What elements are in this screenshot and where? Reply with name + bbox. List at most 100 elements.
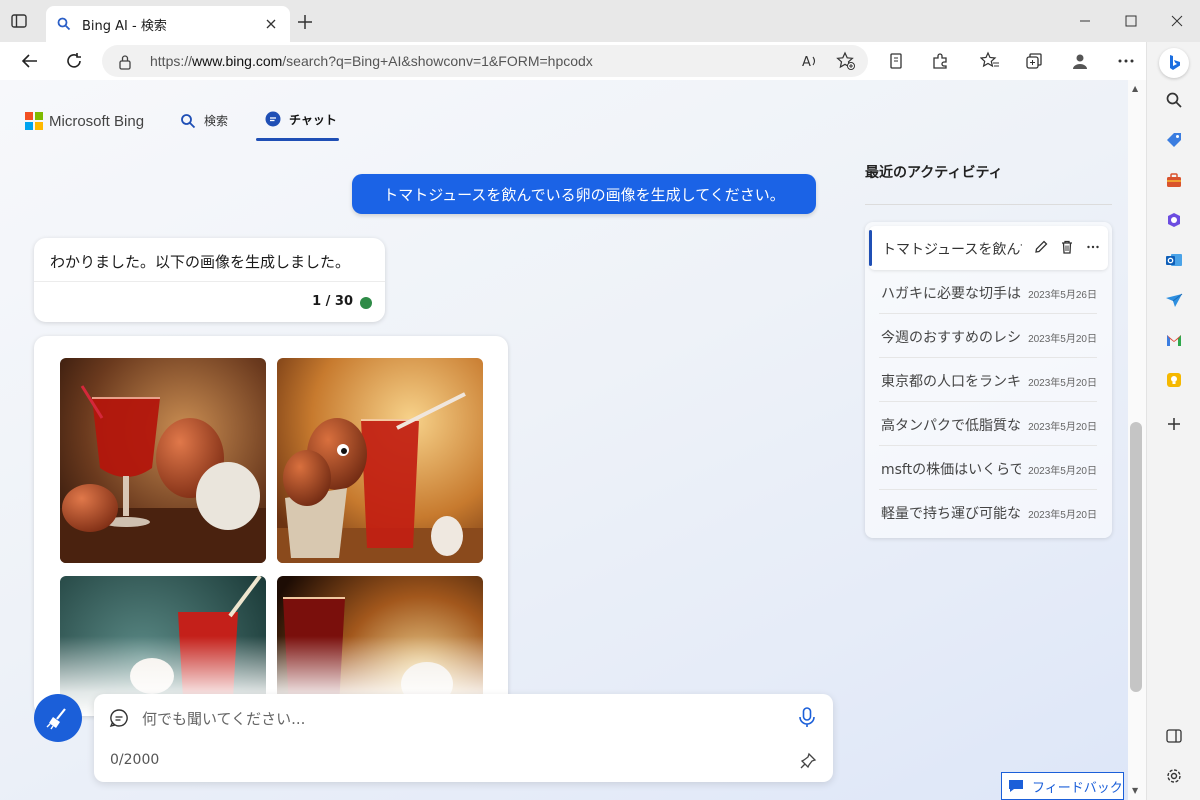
delete-icon[interactable]	[1057, 237, 1077, 257]
lock-icon[interactable]	[118, 54, 132, 74]
recent-item[interactable]: 東京都の人口をランキング 2023年5月20日	[879, 358, 1097, 402]
tools-icon[interactable]	[1162, 168, 1186, 192]
divider	[34, 281, 385, 282]
recent-item-date: 2023年5月20日	[1028, 378, 1097, 389]
add-icon[interactable]	[1162, 412, 1186, 436]
recent-item[interactable]: 高タンパクで低脂質な食品 2023年5月20日	[879, 402, 1097, 446]
maximize-icon[interactable]	[1120, 10, 1142, 32]
page-scrollbar[interactable]: ▲ ▼	[1128, 80, 1146, 800]
new-topic-button[interactable]	[34, 694, 82, 742]
url-path: /search?q=Bing+AI&showconv=1&FORM=hpcodx	[282, 53, 593, 69]
recent-item-text: 今週のおすすめのレシピ	[881, 330, 1021, 346]
recent-item-text: トマトジュースを飲んでいる卵の画像	[882, 242, 1022, 258]
generated-image[interactable]	[277, 358, 483, 563]
split-screen-icon[interactable]	[1162, 724, 1186, 748]
favorites-icon[interactable]	[978, 49, 1002, 73]
collections-icon[interactable]	[1022, 49, 1046, 73]
recent-item-date: 2023年5月20日	[1028, 510, 1097, 521]
scroll-up-arrow[interactable]: ▲	[1132, 84, 1138, 93]
recent-item-text: 軽量で持ち運び可能なPC	[881, 506, 1021, 522]
active-tab-indicator	[256, 138, 339, 141]
recent-activity-title: 最近のアクティビティ	[865, 165, 1003, 181]
outlook-icon[interactable]	[1162, 248, 1186, 272]
logo-text: Microsoft Bing	[49, 112, 145, 130]
drop-icon[interactable]	[1162, 288, 1186, 312]
edit-icon[interactable]	[1031, 237, 1051, 257]
generated-images-card	[34, 336, 508, 716]
back-icon[interactable]	[18, 49, 42, 73]
recent-item-text: ハガキに必要な切手はいくら	[881, 286, 1021, 302]
favorite-add-icon[interactable]	[834, 49, 858, 73]
recent-item-active[interactable]: トマトジュースを飲んでいる卵の画像	[869, 226, 1108, 270]
bot-message-text: わかりました。以下の画像を生成しました。	[50, 253, 351, 271]
svg-text:A: A	[802, 55, 811, 70]
office-icon[interactable]	[1162, 208, 1186, 232]
browser-titlebar: Bing AI - 検索	[0, 0, 1200, 42]
bing-chat-page: Microsoft Bing 検索 チャット トマトジュースを飲んでいる卵の画像…	[0, 80, 1128, 800]
turn-counter: 1 / 30	[312, 294, 353, 309]
chat-input-placeholder: 何でも聞いてください...	[142, 710, 306, 728]
settings-icon[interactable]	[1162, 764, 1186, 788]
tab-title: Bing AI - 検索	[82, 18, 167, 34]
char-counter: 0/2000	[110, 752, 160, 768]
profile-icon[interactable]	[1068, 49, 1092, 73]
nav-chat-label: チャット	[289, 112, 337, 127]
feedback-label: フィードバック	[1032, 780, 1123, 796]
more-icon[interactable]	[1083, 237, 1103, 257]
browser-toolbar: https://www.bing.com/search?q=Bing+AI&sh…	[0, 42, 1146, 80]
user-message: トマトジュースを飲んでいる卵の画像を生成してください。	[352, 174, 816, 214]
nav-search-tab[interactable]: 検索	[180, 112, 228, 129]
generated-image[interactable]	[60, 358, 266, 563]
browser-tab[interactable]: Bing AI - 検索	[46, 6, 290, 42]
status-dot	[360, 297, 372, 309]
microsoft-bing-logo[interactable]: Microsoft Bing	[25, 112, 144, 130]
pin-icon[interactable]	[799, 752, 817, 774]
close-icon[interactable]	[262, 15, 280, 33]
recent-item[interactable]: ハガキに必要な切手はいくら 2023年5月26日	[879, 270, 1097, 314]
chat-icon	[264, 110, 282, 128]
recent-item[interactable]: 今週のおすすめのレシピ 2023年5月20日	[879, 314, 1097, 358]
scroll-down-arrow[interactable]: ▼	[1132, 786, 1138, 795]
feedback-icon	[1008, 779, 1024, 793]
recent-item-date: 2023年5月20日	[1028, 466, 1097, 477]
search-icon	[56, 16, 72, 32]
minimize-icon[interactable]	[1074, 10, 1096, 32]
search-icon[interactable]	[1162, 88, 1186, 112]
nav-search-label: 検索	[204, 114, 229, 128]
recent-item-date: 2023年5月20日	[1028, 422, 1097, 433]
reader-icon[interactable]	[884, 49, 908, 73]
chat-icon	[108, 707, 130, 733]
keep-icon[interactable]	[1162, 368, 1186, 392]
recent-item-text: 東京都の人口をランキング	[881, 374, 1021, 390]
gmail-icon[interactable]	[1162, 328, 1186, 352]
recent-item-text: msftの株価はいくらですか	[881, 462, 1021, 478]
address-bar[interactable]: https://www.bing.com/search?q=Bing+AI&sh…	[102, 45, 868, 77]
chat-input-box[interactable]: 何でも聞いてください... 0/2000	[94, 694, 833, 782]
mic-icon[interactable]	[797, 706, 817, 732]
nav-chat-tab[interactable]: チャット	[264, 110, 337, 128]
refresh-icon[interactable]	[62, 49, 86, 73]
scrollbar-thumb[interactable]	[1130, 422, 1142, 692]
extensions-icon[interactable]	[928, 49, 952, 73]
edge-sidebar	[1146, 42, 1200, 800]
recent-item[interactable]: msftの株価はいくらですか 2023年5月20日	[879, 446, 1097, 490]
window-close-icon[interactable]	[1166, 10, 1188, 32]
microsoft-logo-icon	[25, 112, 43, 130]
bot-message-card: わかりました。以下の画像を生成しました。 1 / 30	[34, 238, 385, 322]
shopping-icon[interactable]	[1162, 128, 1186, 152]
recent-item-date: 2023年5月20日	[1028, 334, 1097, 345]
url-domain: www.bing.com	[192, 53, 283, 69]
plus-icon[interactable]	[296, 13, 316, 33]
broom-icon	[45, 705, 71, 731]
bing-icon[interactable]	[1159, 48, 1189, 78]
search-icon	[180, 113, 196, 129]
read-aloud-icon[interactable]: A	[798, 49, 822, 73]
recent-activity-list: トマトジュースを飲んでいる卵の画像 ハガキに必要な切手はいくら 2023年5月2…	[865, 222, 1112, 538]
divider	[865, 204, 1112, 205]
recent-item-text: 高タンパクで低脂質な食品	[881, 418, 1021, 434]
feedback-button[interactable]: フィードバック	[1001, 772, 1124, 800]
recent-item-date: 2023年5月26日	[1028, 290, 1097, 301]
sidebar-toggle-icon[interactable]	[10, 12, 30, 32]
more-icon[interactable]	[1114, 49, 1138, 73]
recent-item[interactable]: 軽量で持ち運び可能なPC 2023年5月20日	[879, 490, 1097, 534]
